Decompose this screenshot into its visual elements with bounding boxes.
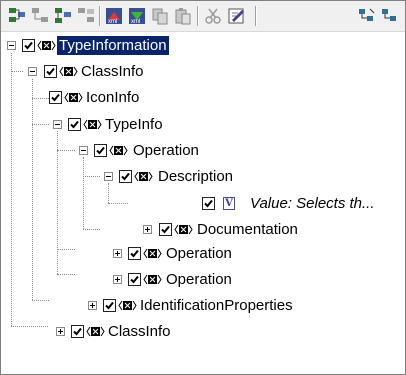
tree-node-label[interactable]: TypeInfo (103, 115, 165, 134)
paste-icon[interactable] (172, 5, 194, 27)
tree-node-label[interactable]: ClassInfo (79, 62, 146, 81)
xml-import-icon[interactable]: xml (103, 5, 125, 27)
xml-element-icon (118, 299, 137, 312)
node-checkbox[interactable] (94, 144, 107, 157)
collapse-toggle[interactable] (79, 146, 88, 155)
node-checkbox[interactable] (103, 299, 116, 312)
xml-element-icon (59, 65, 78, 78)
tree-connector (83, 229, 100, 230)
xml-element-icon (37, 39, 56, 52)
tree-node-label[interactable]: Description (156, 167, 235, 186)
tree-connector (83, 157, 84, 229)
collapse-toggle[interactable] (53, 120, 62, 129)
collapse-toggle[interactable] (104, 172, 113, 181)
toolbar-separator (99, 6, 101, 26)
add-sibling-icon[interactable] (6, 5, 28, 27)
xml-tree-editor-window: xml xml TypeInformation ClassInfo IconIn… (0, 0, 406, 375)
expand-toggle[interactable] (113, 249, 122, 258)
view-list-icon[interactable] (379, 5, 405, 27)
view-tree-icon[interactable] (356, 5, 378, 27)
tree-node-label[interactable]: TypeInformation (57, 36, 169, 55)
svg-text:xml: xml (108, 19, 117, 25)
edit-icon[interactable] (226, 5, 248, 27)
tree-connector (57, 131, 58, 274)
node-checkbox[interactable] (202, 197, 215, 210)
tree-node-label[interactable]: Value: Selects th... (248, 194, 377, 213)
node-checkbox[interactable] (68, 118, 81, 131)
tree-connector (108, 183, 109, 203)
tree-connector (57, 249, 75, 250)
xml-export-icon[interactable]: xml (126, 5, 148, 27)
tree-connector (83, 176, 100, 177)
tree-connector (32, 124, 49, 125)
tree-connector (11, 53, 12, 326)
tree-connector (57, 274, 75, 275)
node-checkbox[interactable] (44, 65, 57, 78)
tree-connector (32, 98, 49, 99)
xml-element-icon (134, 170, 153, 183)
tree-connector (32, 300, 49, 301)
tree-connector (108, 203, 128, 204)
node-checkbox[interactable] (128, 247, 141, 260)
toolbar: xml xml (1, 1, 405, 32)
xml-element-icon (143, 247, 162, 260)
value-icon: V (223, 197, 235, 210)
node-checkbox[interactable] (22, 39, 35, 52)
tree-node-label[interactable]: IdentificationProperties (138, 296, 295, 315)
toolbar-separator (255, 6, 257, 26)
remove-node-icon[interactable] (75, 5, 97, 27)
insert-node-icon[interactable] (52, 5, 74, 27)
svg-text:xml: xml (131, 19, 140, 25)
tree-connector (11, 71, 23, 72)
tree-connector (32, 79, 33, 300)
tree-node-label[interactable]: Operation (164, 244, 234, 263)
node-checkbox[interactable] (71, 325, 84, 338)
cut-icon[interactable] (202, 5, 224, 27)
toolbar-separator (197, 6, 199, 26)
tree-connector (11, 326, 48, 327)
xml-element-icon (86, 325, 105, 338)
add-child-icon[interactable] (29, 5, 51, 27)
copy-icon[interactable] (149, 5, 171, 27)
tree-node-label[interactable]: Operation (164, 270, 234, 289)
xml-element-icon (143, 273, 162, 286)
expand-toggle[interactable] (56, 327, 65, 336)
xml-tree-view[interactable]: TypeInformation ClassInfo IconInfo TypeI… (1, 33, 405, 373)
node-checkbox[interactable] (128, 273, 141, 286)
collapse-toggle[interactable] (7, 41, 16, 50)
xml-element-icon (64, 91, 83, 104)
xml-element-icon (109, 144, 128, 157)
tree-node-label[interactable]: Operation (131, 141, 201, 160)
expand-toggle[interactable] (113, 275, 122, 284)
node-checkbox[interactable] (119, 170, 132, 183)
xml-element-icon (83, 118, 102, 131)
tree-node-label[interactable]: Documentation (195, 220, 300, 239)
tree-node-label[interactable]: IconInfo (84, 88, 141, 107)
node-checkbox[interactable] (159, 223, 172, 236)
tree-node-label[interactable]: ClassInfo (106, 322, 173, 341)
tree-connector (57, 150, 75, 151)
xml-element-icon (174, 223, 193, 236)
expand-toggle[interactable] (88, 301, 97, 310)
collapse-toggle[interactable] (28, 67, 37, 76)
expand-toggle[interactable] (143, 225, 152, 234)
node-checkbox[interactable] (49, 91, 62, 104)
